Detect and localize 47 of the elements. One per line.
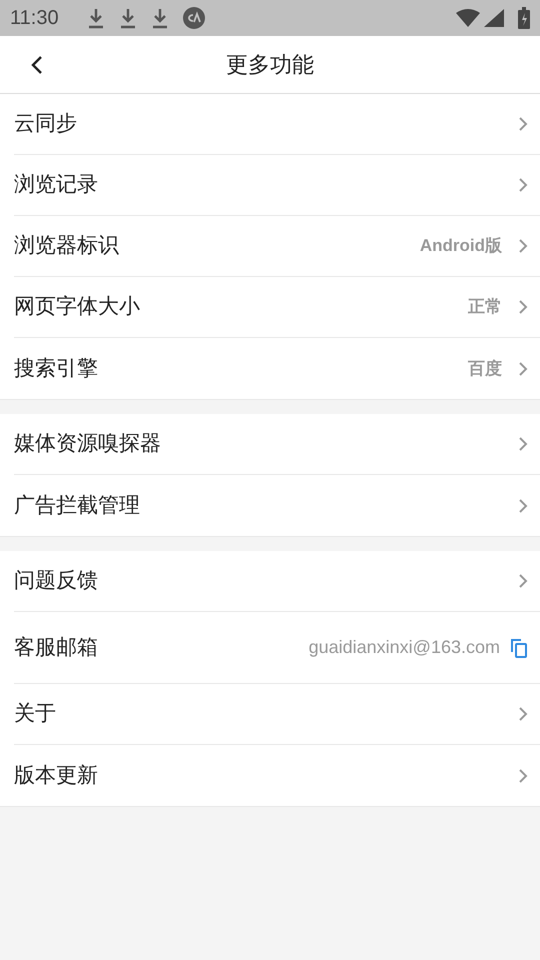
chevron-right-icon [518,573,528,589]
row-label: 浏览记录 [14,172,99,198]
row-value: Android版 [420,235,502,258]
settings-row[interactable]: 媒体资源嗅探器 [14,414,540,475]
row-label: 网页字体大小 [14,294,141,320]
settings-row[interactable]: 广告拦截管理 [14,475,540,536]
settings-row[interactable]: 问题反馈 [14,551,540,612]
settings-row[interactable]: 浏览记录 [14,155,540,216]
row-label: 关于 [14,701,57,728]
row-label: 客服邮箱 [14,634,99,661]
settings-row[interactable]: 浏览器标识 Android版 [14,216,540,277]
settings-row[interactable]: 客服邮箱 guaidianxinxi@163.com [14,612,540,684]
row-label: 浏览器标识 [14,233,120,260]
copy-icon[interactable] [510,638,528,658]
chevron-right-icon [518,116,528,132]
chevron-right-icon [518,238,528,254]
back-icon[interactable] [31,54,43,74]
chevron-right-icon [518,706,528,722]
wifi-icon [456,9,480,27]
chevron-right-icon [518,498,528,514]
chevron-right-icon [518,360,528,376]
row-value: guaidianxinxi@163.com [308,636,500,659]
row-label: 问题反馈 [14,568,99,594]
page-title: 更多功能 [226,51,314,79]
settings-row[interactable]: 版本更新 [14,745,540,806]
row-label: 云同步 [14,111,78,138]
row-value: 正常 [468,296,502,318]
app-notification-icon [182,7,205,29]
row-label: 版本更新 [14,762,99,789]
chevron-right-icon [518,299,528,315]
row-label: 媒体资源嗅探器 [14,431,162,458]
chevron-right-icon [518,177,528,193]
settings-row[interactable]: 搜索引擎 百度 [14,338,540,399]
download-icon [150,7,169,29]
signal-icon [484,9,504,27]
row-value: 百度 [468,358,502,380]
chevron-right-icon [518,768,528,784]
row-label: 广告拦截管理 [14,492,141,519]
settings-row[interactable]: 关于 [14,684,540,745]
battery-icon [518,7,530,29]
download-icon [118,7,137,29]
download-icon [86,7,105,29]
settings-row[interactable]: 云同步 [14,94,540,155]
settings-row[interactable]: 网页字体大小 正常 [14,277,540,338]
status-time: 11:30 [10,6,59,31]
chevron-right-icon [518,436,528,452]
row-label: 搜索引擎 [14,356,99,382]
